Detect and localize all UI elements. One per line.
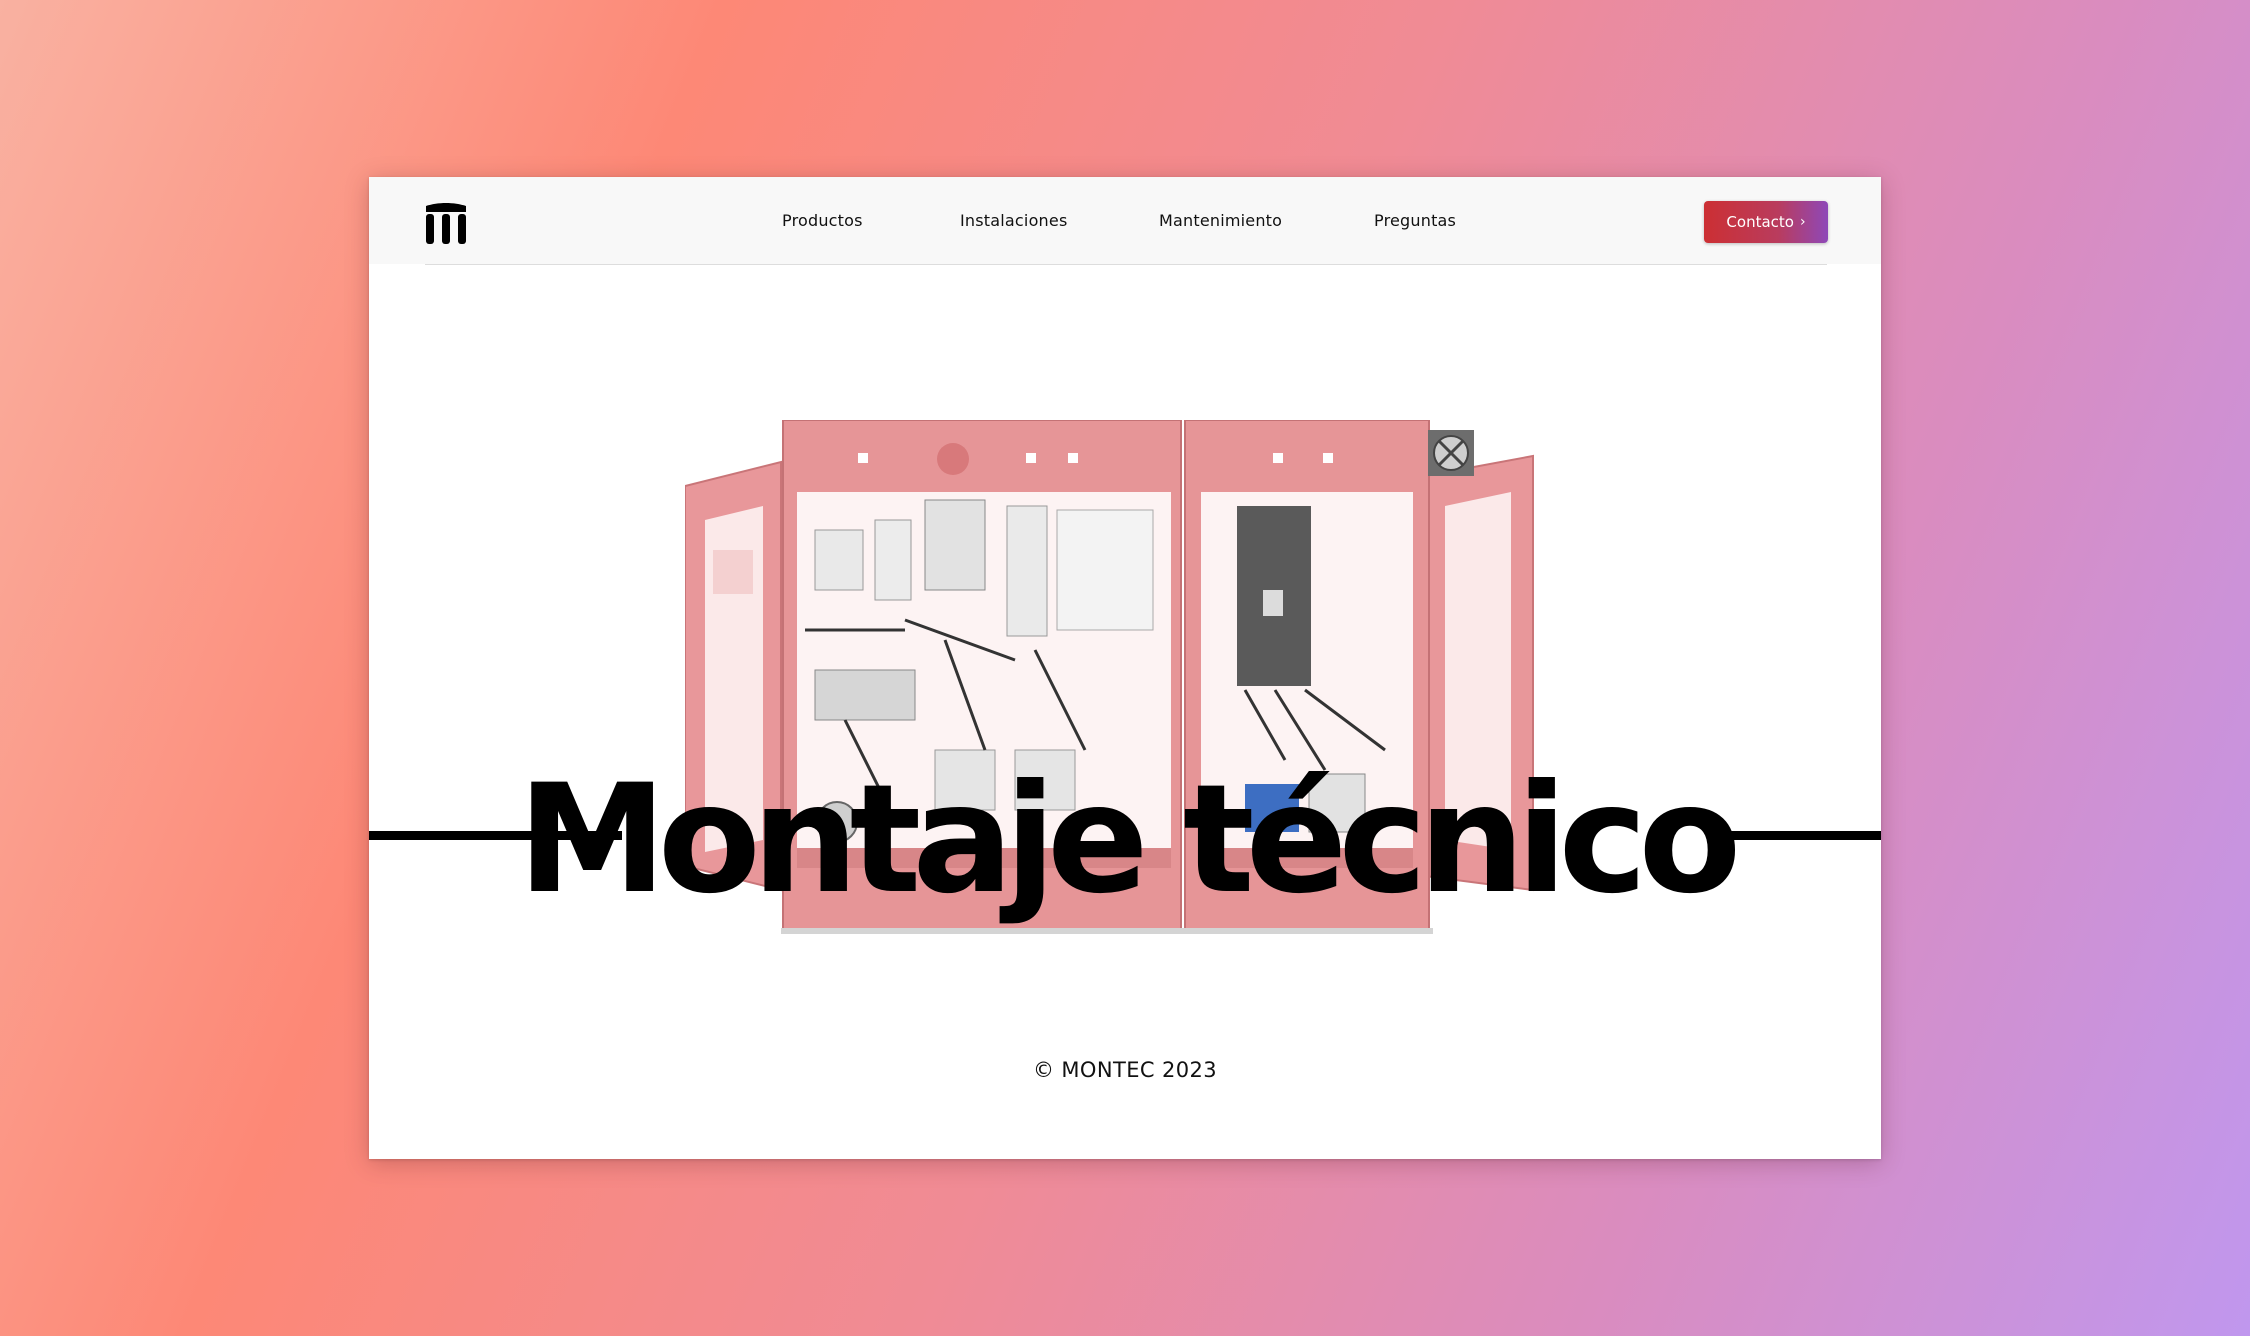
nav-preguntas[interactable]: Preguntas [1374,211,1456,230]
nav-productos[interactable]: Productos [782,211,863,230]
chevron-right-icon: › [1799,214,1806,230]
hero-title: Montaje técnico [517,753,1742,927]
montec-m-logo-icon[interactable] [424,202,468,246]
browser-window: Productos Instalaciones Mantenimiento Pr… [369,177,1881,1159]
navbar: Productos Instalaciones Mantenimiento Pr… [369,177,1881,264]
hero-section: Montaje técnico © MONTEC 2023 [369,265,1881,1159]
copyright-text: © MONTEC 2023 [1032,1058,1218,1082]
contact-button-label: Contacto [1726,213,1794,231]
nav-instalaciones[interactable]: Instalaciones [960,211,1067,230]
contact-button[interactable]: Contacto › [1704,201,1828,243]
nav-mantenimiento[interactable]: Mantenimiento [1159,211,1282,230]
